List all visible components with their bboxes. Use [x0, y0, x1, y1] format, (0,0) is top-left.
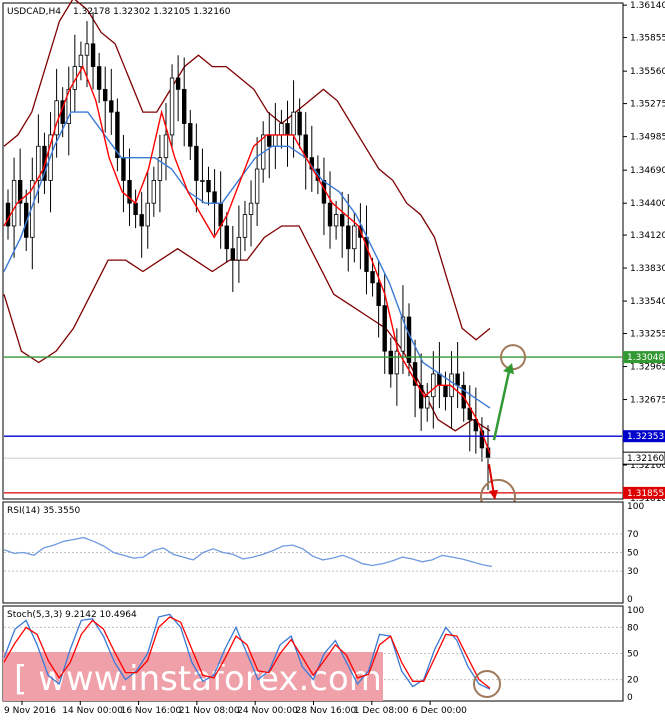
candle-body [109, 100, 114, 113]
price-tick-label: 1.33255 [630, 330, 665, 340]
main-panel: 1.36140 1.35855 1.35560 1.35275 1.34985 1.346… [2, 0, 665, 515]
rsi-tick-label: 30 [627, 567, 639, 577]
last-price-label: 1.32160 [627, 454, 664, 464]
support-level-label: 1.32353 [627, 432, 664, 442]
price-tick-label: 1.34120 [630, 231, 665, 241]
candle-body [84, 43, 90, 56]
chart-title: USDCAD,H4 [7, 7, 61, 17]
candle-body [78, 54, 84, 68]
main-price-axis: 1.36140 1.35855 1.35560 1.35275 1.34985 1.346… [623, 1, 665, 504]
candle-body [188, 123, 193, 147]
time-tick-label: 28 Nov 16:00 [296, 706, 357, 716]
price-tick-label: 1.35275 [630, 100, 665, 110]
stoch-tick-label: 50 [627, 650, 639, 660]
stoch-tick-label: 20 [627, 676, 639, 686]
price-tick-label: 1.33830 [630, 264, 665, 274]
time-tick-label: 16 Nov 16:00 [121, 706, 182, 716]
candle-body [200, 180, 205, 182]
time-tick-label: 6 Dec 00:00 [412, 706, 467, 716]
candle-body [242, 214, 248, 238]
candle-body [169, 77, 175, 136]
stoch-tick-label: 0 [627, 693, 633, 703]
candle-body [291, 111, 296, 136]
rsi-tick-label: 100 [627, 502, 644, 512]
candle-body [151, 180, 157, 204]
candle-body [90, 43, 96, 68]
candle-body [431, 373, 436, 398]
candle-body [194, 145, 199, 181]
candle-body [382, 305, 387, 352]
rsi-tick-label: 50 [627, 549, 639, 559]
candle-body [133, 202, 138, 215]
candle-body [248, 202, 254, 215]
candle-body [103, 88, 108, 102]
candle-body [96, 66, 102, 90]
candle-body [212, 191, 217, 204]
candle-body [437, 373, 442, 386]
price-tick-label: 1.32675 [630, 396, 665, 406]
candle-body [352, 225, 357, 250]
candle-body [327, 202, 333, 227]
candle-body [297, 111, 302, 136]
candle-body [273, 134, 278, 147]
stoch-label: Stoch(5,3,3) 9.2142 10.4964 [7, 610, 137, 620]
candle-body [406, 316, 412, 363]
price-tick-label: 1.34400 [630, 199, 665, 209]
candle-body [11, 180, 17, 227]
candle-body [333, 214, 339, 227]
candle-body [425, 396, 430, 409]
stoch-tick-label: 100 [627, 606, 644, 616]
time-tick-label: 21 Nov 08:00 [179, 706, 240, 716]
candle-body [346, 225, 351, 250]
price-tick-label: 1.34985 [630, 133, 665, 143]
candle-body [236, 236, 242, 261]
chart-canvas: 1.36140 1.35855 1.35560 1.35275 1.34985 1.346… [2, 0, 665, 716]
candle-body [279, 123, 284, 136]
rsi-label: RSI(14) 35.3550 [7, 506, 80, 516]
candle-body [339, 214, 345, 227]
candle-body [394, 350, 400, 375]
time-tick-label: 24 Nov 00:00 [237, 706, 298, 716]
price-tick-label: 1.34690 [630, 166, 665, 176]
candle-body [139, 214, 144, 227]
candle-body [163, 134, 169, 159]
resistance-level-label: 1.33048 [627, 353, 664, 363]
time-tick-label: 14 Nov 00:00 [62, 706, 123, 716]
candle-body [443, 384, 448, 398]
price-tick-label: 1.33540 [630, 297, 665, 307]
candle-body [206, 180, 211, 193]
price-tick-label: 1.35560 [630, 67, 665, 77]
rsi-panel: 100 70 50 30 0 RSI(14) 35.3550 [2, 501, 644, 605]
ohlc-readout: 1.32178 1.32302 1.32105 1.32160 [73, 7, 231, 17]
target-level-label: 1.31855 [627, 489, 664, 499]
candle-body [175, 77, 181, 90]
time-tick-label: 9 Nov 2016 [4, 706, 56, 716]
candle-body [230, 248, 236, 261]
rsi-tick-label: 0 [627, 595, 633, 605]
candle-body [254, 168, 260, 204]
time-tick-label: 1 Dec 08:00 [354, 706, 409, 716]
stoch-panel: 1008050200 [ www.instaforex.com ] Stoch(… [2, 605, 644, 703]
candle-body [376, 282, 381, 307]
price-tick-label: 1.35855 [630, 34, 665, 44]
price-tick-label: 1.32965 [630, 363, 665, 373]
candle-body [285, 123, 290, 136]
price-tick-label: 1.36140 [630, 1, 665, 11]
candle-body [388, 350, 393, 375]
time-axis: 9 Nov 2016 14 Nov 00:0016 Nov 16:0021 Nov… [4, 701, 467, 716]
candle-body [224, 225, 229, 250]
candle-body [145, 202, 150, 227]
candle-body [370, 271, 375, 284]
candle-body [182, 88, 187, 124]
candle-body [267, 134, 272, 147]
candle-body [455, 373, 460, 386]
candle-body [121, 157, 126, 181]
rsi-tick-label: 70 [627, 530, 639, 540]
stoch-tick-label: 80 [627, 623, 639, 633]
